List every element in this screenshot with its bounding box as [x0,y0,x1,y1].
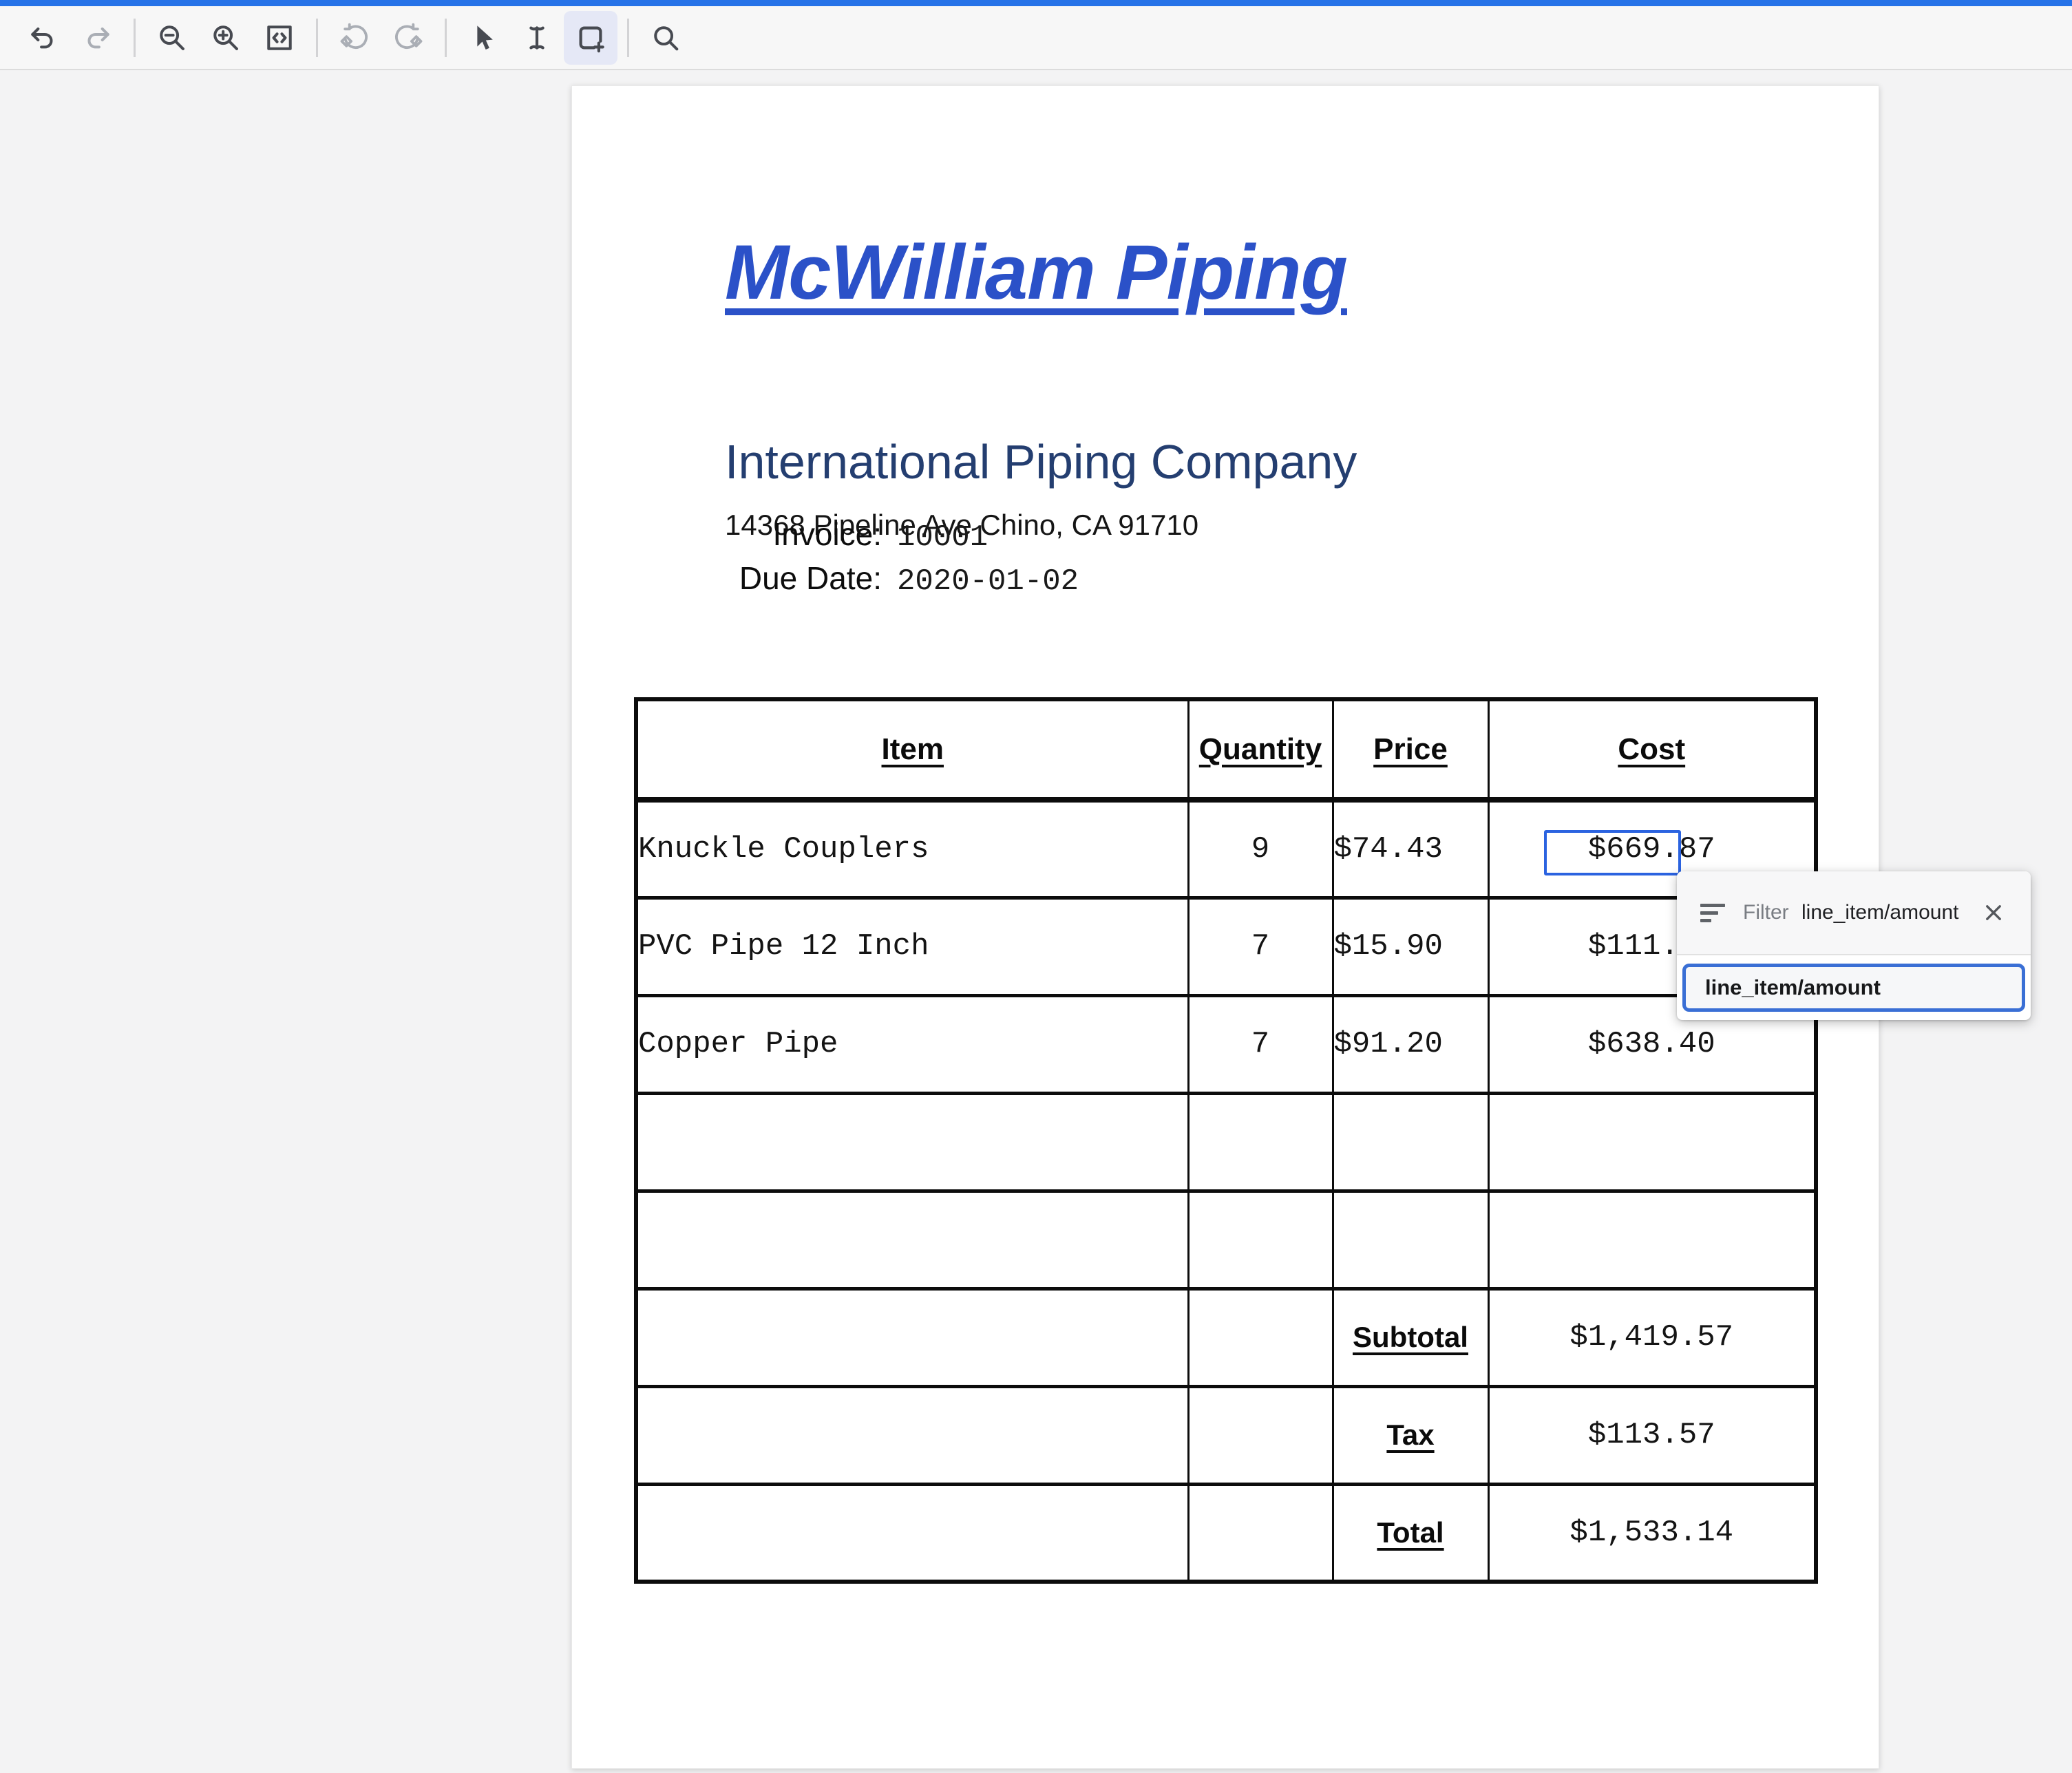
table-row-empty [636,1093,1816,1191]
item-cell [636,1288,1188,1386]
quantity-cell [1188,1191,1333,1288]
search-button[interactable] [639,11,693,65]
price-cell[interactable]: $15.90 [1333,898,1488,995]
filter-field: line_item/amount [1801,901,1958,924]
due-date-value[interactable]: 2020-01-02 [897,564,1079,599]
price-cell[interactable]: $74.43 [1333,800,1488,898]
item-cell [636,1191,1188,1288]
price-cell[interactable]: $91.20 [1333,995,1488,1093]
table-row: Copper Pipe 7 $91.20 $638.40 [636,995,1816,1093]
zoom-out-icon [156,22,188,54]
filter-popup: Filter line_item/amount line_item/amount [1677,871,2031,1020]
selection-bounding-box[interactable] [1544,830,1681,875]
cost-cell [1488,1191,1816,1288]
col-header-quantity: Quantity [1188,699,1333,800]
item-cell [636,1386,1188,1484]
rotate-left-icon [339,22,370,54]
filter-option-line_item-amount[interactable]: line_item/amount [1682,964,2025,1012]
tax-row: Tax $113.57 [636,1386,1816,1484]
col-header-cost: Cost [1488,699,1816,800]
tax-value[interactable]: $113.57 [1488,1386,1816,1484]
rotate-right-icon [392,22,424,54]
cursor-icon [467,22,499,54]
app-root: { "toolbar": { "buttons": [ {"name": "un… [0,0,2072,1773]
price-cell [1333,1191,1488,1288]
col-header-price: Price [1333,699,1488,800]
zoom-in-button[interactable] [199,11,253,65]
zoom-in-icon [210,22,242,54]
subtotal-value[interactable]: $1,419.57 [1488,1288,1816,1386]
redo-icon [81,22,113,54]
price-cell [1333,1093,1488,1191]
fit-width-icon [264,22,295,54]
invoice-meta: Invoice: 10001 Due Date: 2020-01-02 [725,516,1079,604]
due-date-label: Due Date: [725,560,882,597]
quantity-cell [1188,1288,1333,1386]
close-icon [1982,901,2005,924]
subtotal-row: Subtotal $1,419.57 [636,1288,1816,1386]
col-header-item: Item [636,699,1188,800]
invoice-number[interactable]: 10001 [897,520,988,555]
invoice-label: Invoice: [725,516,882,553]
select-cursor-button[interactable] [456,11,510,65]
quantity-cell[interactable]: 7 [1188,898,1333,995]
total-row: Total $1,533.14 [636,1484,1816,1582]
filter-label: Filter [1743,901,1789,924]
quantity-cell [1188,1386,1333,1484]
filter-popup-title: Filter line_item/amount [1743,901,1958,924]
rotate-right-button[interactable] [381,11,435,65]
toolbar-separator [627,19,629,57]
top-accent-bar [0,0,2072,6]
table-header-row: Item Quantity Price Cost [636,699,1816,800]
table-row: PVC Pipe 12 Inch 7 $15.90 $111.30 [636,898,1816,995]
undo-button[interactable] [17,11,70,65]
total-value[interactable]: $1,533.14 [1488,1484,1816,1582]
item-cell [636,1484,1188,1582]
item-cell[interactable]: Knuckle Couplers [636,800,1188,898]
quantity-cell [1188,1093,1333,1191]
company-title: McWilliam Piping [725,228,1347,317]
total-label: Total [1333,1484,1488,1582]
search-icon [650,22,681,54]
cost-cell [1488,1093,1816,1191]
quantity-cell [1188,1484,1333,1582]
filter-popup-header[interactable]: Filter line_item/amount [1677,871,2031,955]
quantity-cell[interactable]: 7 [1188,995,1333,1093]
table-row-empty [636,1191,1816,1288]
fit-width-button[interactable] [253,11,306,65]
due-date-row: Due Date: 2020-01-02 [725,560,1079,604]
quantity-cell[interactable]: 9 [1188,800,1333,898]
company-subtitle: International Piping Company [725,434,1357,489]
filter-icon [1700,904,1725,922]
text-select-button[interactable] [510,11,564,65]
toolbar-separator [445,19,447,57]
undo-icon [28,22,59,54]
rotate-left-button[interactable] [328,11,381,65]
add-bounding-box-button[interactable] [564,11,617,65]
item-cell[interactable]: PVC Pipe 12 Inch [636,898,1188,995]
item-cell[interactable]: Copper Pipe [636,995,1188,1093]
text-select-icon [521,22,553,54]
add-bounding-box-icon [575,22,606,54]
redo-button[interactable] [70,11,124,65]
close-button[interactable] [1980,899,2007,926]
invoice-number-row: Invoice: 10001 [725,516,1079,560]
zoom-out-button[interactable] [145,11,199,65]
toolbar-separator [134,19,136,57]
tax-label: Tax [1333,1386,1488,1484]
toolbar-separator [316,19,318,57]
subtotal-label: Subtotal [1333,1288,1488,1386]
toolbar [0,6,2072,70]
item-cell [636,1093,1188,1191]
